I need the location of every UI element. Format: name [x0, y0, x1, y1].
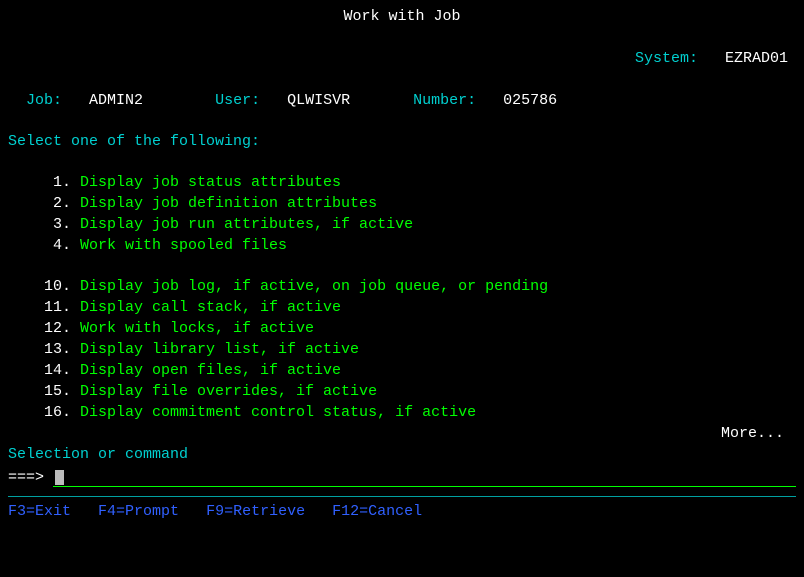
menu-text: Display job definition attributes [80, 195, 377, 212]
system-line: System: EZRAD01 [8, 27, 796, 69]
function-keys: F3=Exit F4=Prompt F9=Retrieve F12=Cancel [8, 501, 796, 522]
fkey-f3[interactable]: F3=Exit [8, 503, 71, 520]
fkey-f12[interactable]: F12=Cancel [332, 503, 422, 520]
menu-option-2[interactable]: 2. Display job definition attributes [8, 193, 796, 214]
menu-number: 10. [8, 278, 80, 295]
menu-text: Display open files, if active [80, 362, 341, 379]
user-label: User: [215, 92, 260, 109]
menu-number: 1. [8, 174, 80, 191]
instruction-text: Select one of the following: [8, 131, 796, 152]
menu-text: Display library list, if active [80, 341, 359, 358]
more-indicator[interactable]: More... [8, 423, 796, 444]
screen-title: Work with Job [8, 6, 796, 27]
spacer [8, 111, 796, 131]
menu-number: 15. [8, 383, 80, 400]
menu-option-4[interactable]: 4. Work with spooled files [8, 235, 796, 256]
command-label: Selection or command [8, 444, 796, 465]
menu-text: Work with locks, if active [80, 320, 314, 337]
system-label: System: [635, 50, 698, 67]
fkey-f4[interactable]: F4=Prompt [98, 503, 179, 520]
menu-text: Display job status attributes [80, 174, 341, 191]
menu-option-11[interactable]: 11. Display call stack, if active [8, 297, 796, 318]
fkey-f9[interactable]: F9=Retrieve [206, 503, 305, 520]
menu-text: Display job run attributes, if active [80, 216, 413, 233]
number-value: 025786 [503, 92, 557, 109]
job-info-line: Job: ADMIN2 User: QLWISVR Number: 025786 [8, 69, 796, 111]
menu-option-3[interactable]: 3. Display job run attributes, if active [8, 214, 796, 235]
menu-number: 2. [8, 195, 80, 212]
menu-option-10[interactable]: 10. Display job log, if active, on job q… [8, 276, 796, 297]
menu-number: 14. [8, 362, 80, 379]
command-prompt: ===> [8, 467, 53, 488]
menu-number: 12. [8, 320, 80, 337]
text-cursor [55, 470, 64, 485]
user-value: QLWISVR [287, 92, 350, 109]
menu-option-12[interactable]: 12. Work with locks, if active [8, 318, 796, 339]
menu-list: 1. Display job status attributes 2. Disp… [8, 172, 796, 423]
input-underline [53, 486, 796, 487]
menu-number: 16. [8, 404, 80, 421]
menu-option-1[interactable]: 1. Display job status attributes [8, 172, 796, 193]
menu-option-14[interactable]: 14. Display open files, if active [8, 360, 796, 381]
command-line[interactable]: ===> [8, 467, 796, 488]
menu-text: Display file overrides, if active [80, 383, 377, 400]
system-value: EZRAD01 [725, 50, 788, 67]
menu-option-15[interactable]: 15. Display file overrides, if active [8, 381, 796, 402]
number-label: Number: [413, 92, 476, 109]
spacer [8, 152, 796, 172]
spacer [8, 256, 796, 276]
menu-number: 13. [8, 341, 80, 358]
menu-option-16[interactable]: 16. Display commitment control status, i… [8, 402, 796, 423]
menu-number: 3. [8, 216, 80, 233]
menu-text: Display commitment control status, if ac… [80, 404, 476, 421]
separator-line [8, 496, 796, 497]
menu-number: 11. [8, 299, 80, 316]
menu-option-13[interactable]: 13. Display library list, if active [8, 339, 796, 360]
menu-text: Display job log, if active, on job queue… [80, 278, 548, 295]
job-label: Job: [26, 92, 62, 109]
menu-text: Work with spooled files [80, 237, 287, 254]
job-value: ADMIN2 [89, 92, 143, 109]
menu-number: 4. [8, 237, 80, 254]
menu-text: Display call stack, if active [80, 299, 341, 316]
